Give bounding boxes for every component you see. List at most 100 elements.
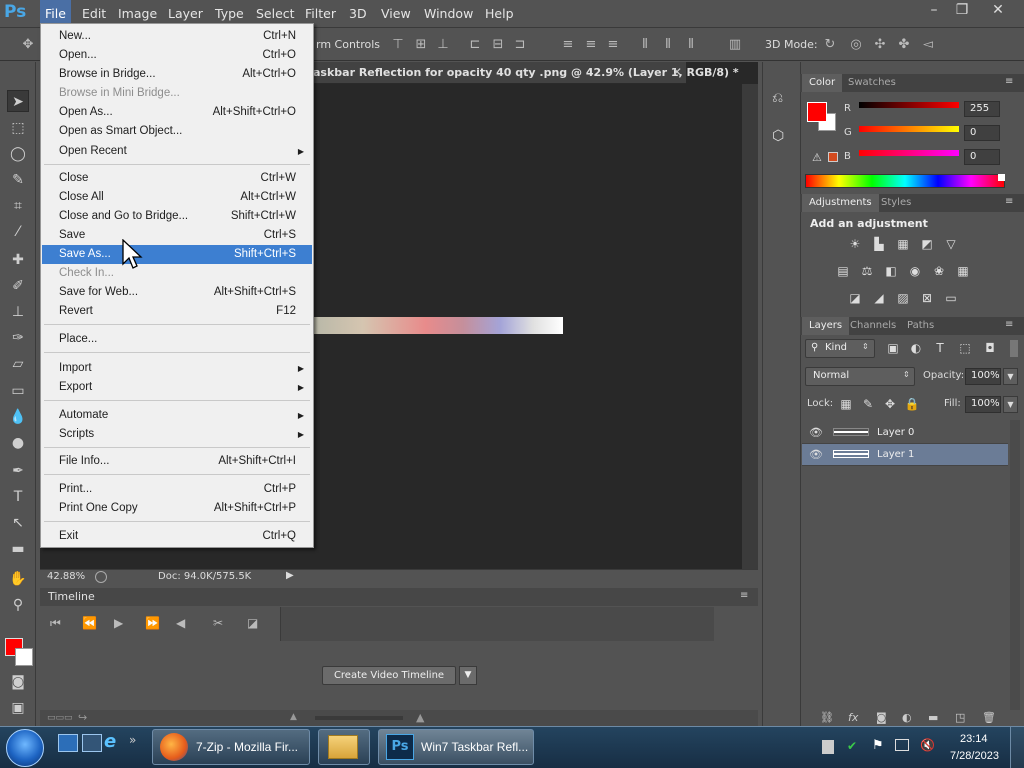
fx-icon[interactable]: fx xyxy=(848,711,858,724)
lock-transparent-icon[interactable]: ▦ xyxy=(838,396,854,412)
path-selection-tool-icon[interactable]: ↖ xyxy=(7,512,29,534)
zoom-in-timeline-icon[interactable]: ▲ xyxy=(416,711,424,724)
distribute-hcenter-icon[interactable]: ⦀ xyxy=(660,37,676,53)
crop-tool-icon[interactable]: ⌗ xyxy=(7,195,29,217)
chevron-down-icon[interactable]: ▼ xyxy=(459,666,477,685)
align-top-icon[interactable]: ⊤ xyxy=(390,37,406,53)
menu-item-export[interactable]: Export ▶ xyxy=(42,378,312,397)
timeline-zoom-slider[interactable] xyxy=(315,716,403,720)
menu-3d[interactable]: 3D xyxy=(344,0,372,28)
menu-item-revert[interactable]: Revert F12 xyxy=(42,302,312,321)
quick-launch-arrow-icon[interactable]: » xyxy=(129,733,136,747)
align-vcenter-icon[interactable]: ⊞ xyxy=(413,37,429,53)
warning-icon[interactable]: ⚠ xyxy=(812,151,822,164)
audio-icon[interactable]: ◀ xyxy=(176,616,185,630)
restore-button[interactable]: ❐ xyxy=(946,0,978,20)
gradient-tool-icon[interactable]: ▭ xyxy=(7,380,29,402)
panel-menu-icon[interactable]: ≡ xyxy=(1005,319,1013,330)
panel-menu-icon[interactable]: ≡ xyxy=(740,590,748,601)
eraser-tool-icon[interactable]: ▱ xyxy=(7,353,29,375)
menu-item-open-as-smart-object[interactable]: Open as Smart Object... xyxy=(42,122,312,141)
volume-muted-icon[interactable]: 🔇 xyxy=(920,738,935,752)
color-lookup-icon[interactable]: ▦ xyxy=(955,263,971,279)
layers-scrollbar[interactable] xyxy=(1010,420,1020,710)
3d-scale-icon[interactable]: ◅ xyxy=(920,37,936,53)
hue-saturation-icon[interactable]: ▤ xyxy=(835,263,851,279)
show-desktop-icon[interactable] xyxy=(58,734,78,752)
threshold-icon[interactable]: ▨ xyxy=(895,290,911,306)
menu-item-open[interactable]: Open... Ctrl+O xyxy=(42,46,312,65)
invert-icon[interactable]: ◪ xyxy=(847,290,863,306)
fill-field[interactable]: 100% xyxy=(965,396,1001,413)
g-value-field[interactable]: 0 xyxy=(964,125,1000,141)
menu-item-file-info[interactable]: File Info... Alt+Shift+Ctrl+I xyxy=(42,452,312,471)
filter-adjustment-icon[interactable]: ◐ xyxy=(908,340,924,356)
transform-controls-label[interactable]: rm Controls xyxy=(316,38,380,51)
layer-name[interactable]: Layer 0 xyxy=(877,427,914,438)
menu-item-close[interactable]: Close Ctrl+W xyxy=(42,169,312,188)
curves-icon[interactable]: ▦ xyxy=(895,236,911,252)
zoom-tool-icon[interactable]: ⚲ xyxy=(7,594,29,616)
status-menu-arrow-icon[interactable]: ▶ xyxy=(286,570,294,581)
menu-help[interactable]: Help xyxy=(480,0,519,28)
internet-explorer-icon[interactable]: e xyxy=(104,731,116,752)
menu-item-place[interactable]: Place... xyxy=(42,330,312,349)
posterize-icon[interactable]: ◢ xyxy=(871,290,887,306)
menu-item-automate[interactable]: Automate ▶ xyxy=(42,406,312,425)
create-video-timeline-button[interactable]: Create Video Timeline xyxy=(322,666,456,685)
timeline-track[interactable] xyxy=(280,607,714,641)
show-desktop-button[interactable] xyxy=(1010,727,1024,768)
lock-icon[interactable]: 🔒 xyxy=(904,396,920,412)
next-frame-icon[interactable]: ⏩ xyxy=(145,616,160,630)
new-group-icon[interactable]: ▬ xyxy=(928,711,938,724)
3d-slide-icon[interactable]: ✤ xyxy=(896,37,912,53)
network-icon[interactable] xyxy=(895,739,909,751)
trash-icon[interactable]: 🗑 xyxy=(982,711,996,724)
distribute-left-icon[interactable]: ⦀ xyxy=(637,37,653,53)
menu-item-exit[interactable]: Exit Ctrl+Q xyxy=(42,527,312,546)
clock-time[interactable]: 23:14 xyxy=(960,733,988,745)
r-slider[interactable] xyxy=(859,102,959,108)
black-white-icon[interactable]: ◧ xyxy=(883,263,899,279)
tray-document-icon[interactable] xyxy=(822,740,834,754)
menu-view[interactable]: View xyxy=(376,0,416,28)
tray-security-icon[interactable]: ✔ xyxy=(847,739,857,753)
b-slider[interactable] xyxy=(859,150,959,156)
pen-tool-icon[interactable]: ✒ xyxy=(7,460,29,482)
menu-item-browse-in-bridge[interactable]: Browse in Bridge... Alt+Ctrl+O xyxy=(42,65,312,84)
menu-item-print[interactable]: Print... Ctrl+P xyxy=(42,480,312,499)
shape-tool-icon[interactable]: ▬ xyxy=(7,538,29,560)
distribute-top-icon[interactable]: ≡ xyxy=(560,37,576,53)
menu-window[interactable]: Window xyxy=(419,0,478,28)
menu-item-new[interactable]: New... Ctrl+N xyxy=(42,27,312,46)
render-icon[interactable]: ↪ xyxy=(78,711,87,724)
distribute-vcenter-icon[interactable]: ≡ xyxy=(583,37,599,53)
quick-select-tool-icon[interactable]: ✎ xyxy=(7,169,29,191)
tab-adjustments[interactable]: Adjustments xyxy=(802,194,879,212)
new-adjustment-layer-icon[interactable]: ◐ xyxy=(902,711,912,724)
photo-filter-icon[interactable]: ◉ xyxy=(907,263,923,279)
align-right-icon[interactable]: ⊐ xyxy=(512,37,528,53)
remote-desktop-icon[interactable] xyxy=(82,734,102,752)
color-spectrum-bar[interactable] xyxy=(805,174,1005,188)
3d-panel-icon[interactable]: ⬡ xyxy=(772,128,784,144)
3d-pan-icon[interactable]: ✣ xyxy=(872,37,888,53)
frame-mode-icon[interactable]: ▭▭▭ xyxy=(47,713,73,723)
close-window-button[interactable]: ✕ xyxy=(982,0,1014,20)
panel-menu-icon[interactable]: ≡ xyxy=(1005,76,1013,87)
vibrance-icon[interactable]: ▽ xyxy=(943,236,959,252)
start-button[interactable] xyxy=(6,729,44,767)
channel-mixer-icon[interactable]: ❀ xyxy=(931,263,947,279)
menu-item-close-and-go-to-bridge[interactable]: Close and Go to Bridge... Shift+Ctrl+W xyxy=(42,207,312,226)
tab-styles[interactable]: Styles xyxy=(874,194,918,212)
color-balance-icon[interactable]: ⚖ xyxy=(859,263,875,279)
menu-item-import[interactable]: Import ▶ xyxy=(42,359,312,378)
quick-mask-icon[interactable]: ◙ xyxy=(7,671,29,693)
menu-item-close-all[interactable]: Close All Alt+Ctrl+W xyxy=(42,188,312,207)
filter-type-icon[interactable]: T xyxy=(932,340,948,356)
r-value-field[interactable]: 255 xyxy=(964,101,1000,117)
close-icon[interactable]: ✕ xyxy=(672,65,682,79)
menu-item-save-for-web[interactable]: Save for Web... Alt+Shift+Ctrl+S xyxy=(42,283,312,302)
new-layer-icon[interactable]: ◳ xyxy=(955,711,965,724)
first-frame-icon[interactable]: ⏮ xyxy=(50,616,61,631)
